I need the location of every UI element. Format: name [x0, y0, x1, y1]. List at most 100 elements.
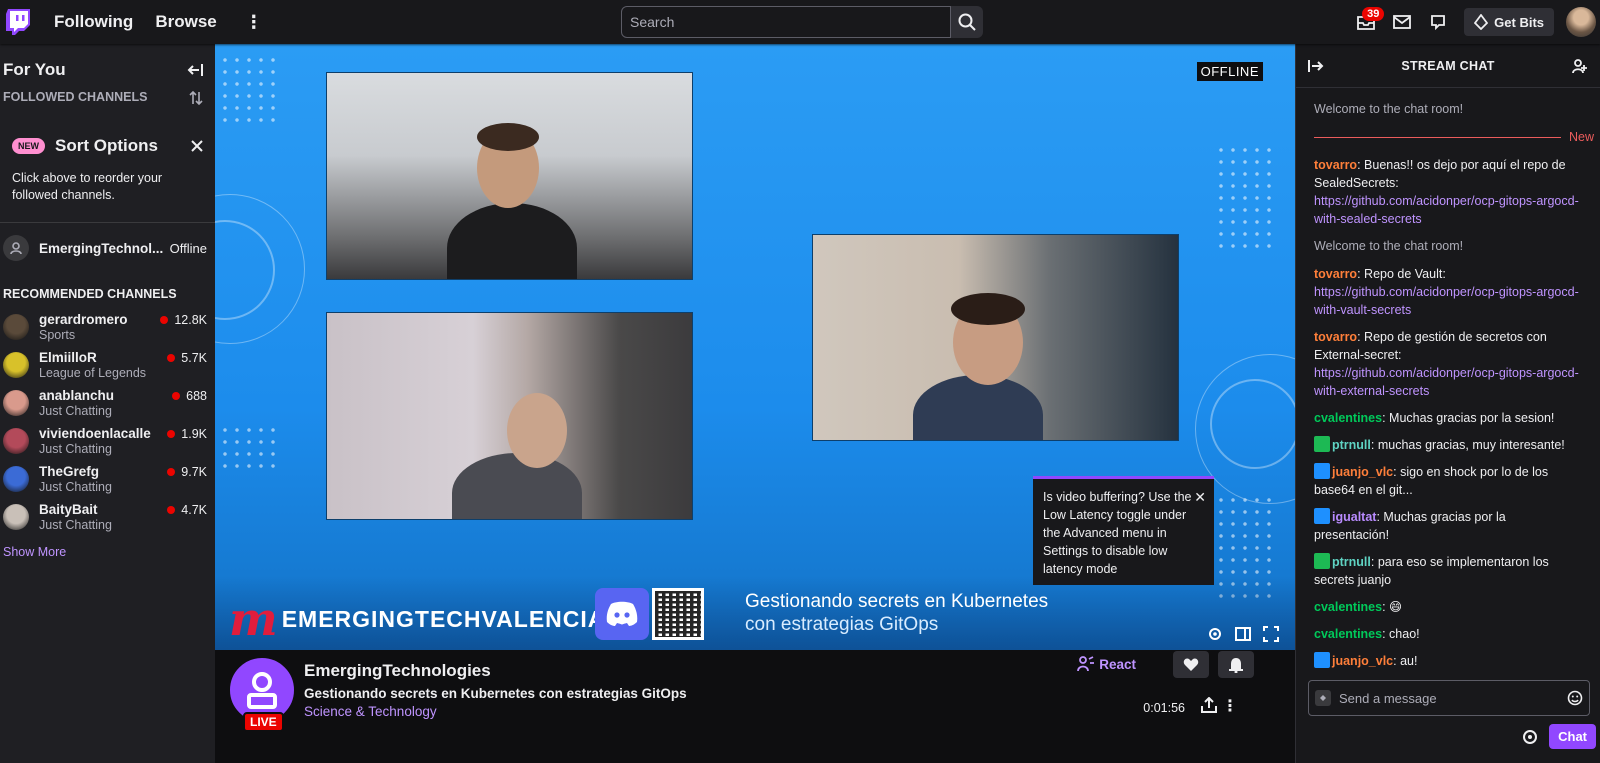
qr-code-icon [652, 588, 704, 640]
viewer-count: 688 [186, 389, 207, 403]
nav-browse[interactable]: Browse [155, 12, 216, 32]
channel-category: Just Chatting [39, 518, 112, 532]
notification-bell-button[interactable] [1218, 651, 1254, 678]
chat-username[interactable]: cvalentines [1314, 411, 1382, 425]
react-label: React [1099, 656, 1136, 672]
followed-channels-label: FOLLOWED CHANNELS [3, 90, 148, 104]
recommended-channel-item[interactable]: ElmiilloR League of Legends 5.7K [0, 347, 215, 385]
chat-points-icon[interactable] [1315, 690, 1331, 706]
whispers-button[interactable] [1420, 4, 1456, 40]
chat-username[interactable]: tovarro [1314, 330, 1357, 344]
chat-link[interactable]: https://github.com/acidonper/ocp-gitops-… [1314, 366, 1579, 398]
collapse-sidebar-icon[interactable] [187, 63, 203, 77]
channel-name[interactable]: EmergingTechnologies [304, 661, 491, 681]
overlay-title-line1: Gestionando secrets en Kubernetes [745, 591, 1049, 612]
live-dot-icon [172, 392, 181, 400]
chat-message: cvalentines: Muchas gracias por la sesio… [1314, 409, 1582, 427]
sort-options-description: Click above to reorder your followed cha… [12, 171, 163, 202]
chat-username[interactable]: igualtat [1332, 510, 1376, 524]
react-button[interactable]: React [1077, 656, 1136, 672]
notifications-button[interactable]: 39 [1348, 4, 1385, 40]
community-users-icon[interactable] [1572, 58, 1588, 74]
discord-icon [595, 588, 649, 640]
chat-text: muchas gracias, muy interesante! [1374, 438, 1565, 452]
live-badge: LIVE [243, 712, 284, 732]
channel-name: anablanchu [39, 388, 115, 403]
bell-icon [1229, 657, 1243, 673]
close-icon[interactable] [191, 140, 203, 152]
search-bar [621, 6, 983, 38]
chat-input-box [1308, 680, 1590, 716]
search-input[interactable] [621, 6, 951, 38]
nav-following[interactable]: Following [54, 12, 133, 32]
video-player[interactable]: OFFLINE m EMERGINGTECHVALENCIA Gestionan… [215, 44, 1295, 650]
chat-message-input[interactable] [1339, 690, 1567, 706]
search-button[interactable] [951, 6, 983, 38]
channel-avatar [3, 428, 29, 454]
viewer-count: 12.8K [174, 313, 207, 327]
more-menu-icon[interactable]: ⋮ [245, 13, 263, 31]
user-avatar[interactable] [1566, 7, 1596, 37]
chat-username[interactable]: cvalentines [1314, 627, 1382, 641]
stream-category-link[interactable]: Science & Technology [304, 704, 437, 719]
channel-category: Just Chatting [39, 442, 112, 456]
emote-picker-icon[interactable] [1567, 690, 1583, 706]
chat-username[interactable]: tovarro [1314, 158, 1357, 172]
chat-username[interactable]: juanjo_vlc [1332, 654, 1393, 668]
chat-text: Muchas gracias por la sesion! [1385, 411, 1555, 425]
sort-arrows-icon[interactable] [189, 90, 203, 106]
recommended-channel-item[interactable]: gerardromero Sports 12.8K [0, 309, 215, 347]
chat-send-button[interactable]: Chat [1549, 724, 1596, 749]
heart-icon [1183, 658, 1199, 671]
sort-options-callout: NEW Sort Options Click above to reorder … [0, 124, 215, 223]
chat-message: cvalentines: 😄 [1314, 598, 1582, 616]
live-dot-icon [160, 316, 169, 324]
recommended-channel-item[interactable]: TheGrefg Just Chatting 9.7K [0, 461, 215, 499]
more-options-icon[interactable]: ⋮ [1222, 696, 1238, 716]
fullscreen-icon[interactable] [1263, 626, 1279, 642]
chat-link[interactable]: https://github.com/acidonper/ocp-gitops-… [1314, 194, 1579, 226]
get-bits-button[interactable]: Get Bits [1464, 8, 1554, 36]
top-nav: Following Browse ⋮ 39 Get Bits [0, 0, 1600, 44]
channel-avatar [3, 390, 29, 416]
recommended-channel-item[interactable]: BaityBait Just Chatting 4.7K [0, 499, 215, 537]
channel-avatar [3, 504, 29, 530]
viewer-count: 9.7K [181, 465, 207, 479]
follow-button[interactable] [1173, 651, 1209, 678]
new-messages-label: New [1568, 130, 1594, 144]
live-dot-icon [167, 354, 176, 362]
share-icon[interactable] [1201, 697, 1217, 713]
live-dot-icon [167, 468, 176, 476]
recommended-channel-item[interactable]: viviendoenlacalle Just Chatting 1.9K [0, 423, 215, 461]
followed-channel-item[interactable]: EmergingTechnol... Offline [0, 223, 215, 261]
recommended-channel-item[interactable]: anablanchu Just Chatting 688 [0, 385, 215, 423]
channel-name: BaityBait [39, 502, 98, 517]
chat-username[interactable]: ptrnull [1332, 555, 1371, 569]
webcam-feed-2 [326, 312, 693, 520]
stream-chat: STREAM CHAT Welcome to the chat room! Ne… [1295, 44, 1600, 763]
chat-username[interactable]: cvalentines [1314, 600, 1382, 614]
chat-username[interactable]: tovarro [1314, 267, 1357, 281]
close-icon[interactable]: ✕ [1194, 488, 1206, 506]
top-right-actions: 39 Get Bits [1348, 0, 1600, 44]
collapse-chat-icon[interactable] [1308, 59, 1324, 73]
twitch-logo-icon[interactable] [6, 9, 30, 35]
whisper-icon [1431, 15, 1446, 30]
offline-badge: OFFLINE [1196, 62, 1263, 81]
chat-settings-icon[interactable] [1521, 728, 1539, 746]
chat-message: tovarro: Repo de gestión de secretos con… [1314, 328, 1582, 400]
viewer-count: 4.7K [181, 503, 207, 517]
brand-logo: m EMERGINGTECHVALENCIA [229, 596, 605, 642]
inbox-button[interactable] [1384, 4, 1420, 40]
show-more-link[interactable]: Show More [0, 537, 215, 567]
settings-gear-icon[interactable] [1207, 626, 1223, 642]
theatre-mode-icon[interactable] [1235, 626, 1251, 642]
chat-username[interactable]: ptrnull [1332, 438, 1371, 452]
recommended-list: gerardromero Sports 12.8K ElmiilloR League o… [0, 301, 215, 537]
chat-username[interactable]: juanjo_vlc [1332, 465, 1393, 479]
chat-link[interactable]: https://github.com/acidonper/ocp-gitops-… [1314, 285, 1579, 317]
chat-title: STREAM CHAT [1401, 58, 1495, 73]
sidebar-title: For You [3, 60, 66, 79]
sort-options-title: Sort Options [55, 136, 158, 155]
chat-badge-icon [1314, 553, 1330, 569]
